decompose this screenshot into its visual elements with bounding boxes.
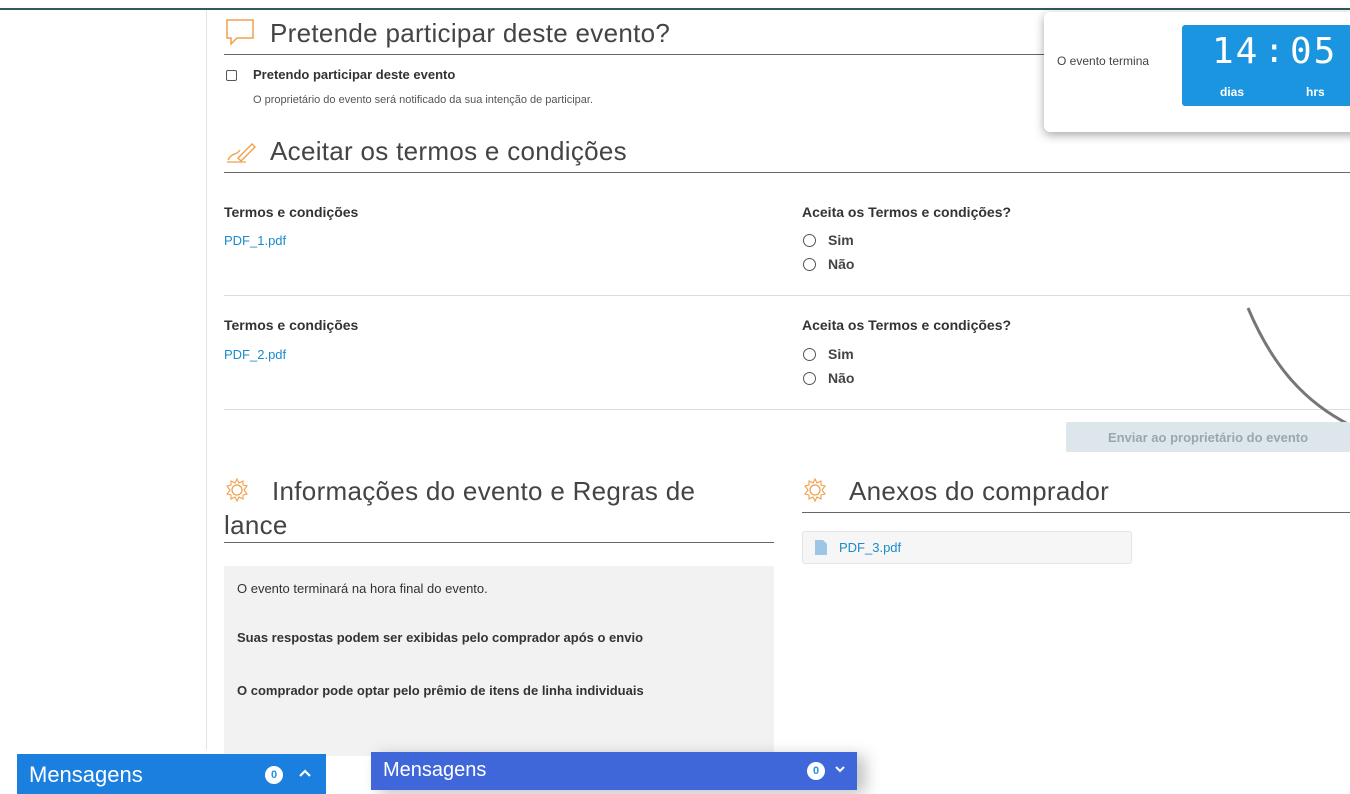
participate-title-rule [224,54,1044,55]
event-timer-card: O evento termina 14 : 05 dias hrs [1044,12,1350,132]
terms-divider-2 [224,409,1350,410]
messages-count-badge: 0 [265,766,283,784]
content-left-border [206,10,207,750]
signature-pen-icon [227,143,256,163]
terms-item-1-no-radio[interactable] [803,257,816,271]
terms-item-2-file-link[interactable]: PDF_2.pdf [224,347,286,362]
terms-item-2-yes-option[interactable]: Sim [803,346,854,362]
terms-title: Aceitar os termos e condições [270,136,627,166]
terms-item-1-yes-option[interactable]: Sim [803,232,854,248]
messages-bar-collapsed[interactable]: Mensagens 0 [17,754,326,794]
event-info-text-3: O comprador pode optar pelo prêmio de it… [237,683,644,698]
participate-checkbox[interactable] [226,70,237,81]
terms-item-1-yes-label: Sim [828,232,854,248]
participate-title: Pretende participar deste evento? [270,18,671,48]
participate-checkbox-label[interactable]: Pretendo participar deste evento [253,67,455,82]
buyer-attachment-link[interactable]: PDF_3.pdf [839,540,901,555]
event-info-text-2: Suas respostas podem ser exibidas pelo c… [237,630,644,645]
event-info-title-line2: lance [224,510,288,540]
event-info-text-1: O evento terminará na hora final do even… [237,581,488,596]
terms-title-rule [224,172,1350,173]
messages-label: Mensagens [383,759,487,781]
buyer-attachments-rule [802,512,1350,513]
send-to-owner-button[interactable]: Enviar ao proprietário do evento [1066,422,1350,452]
terms-item-1-header: Termos e condições [224,204,359,220]
terms-item-2-question: Aceita os Termos e condições? [802,317,1012,333]
gear-icon [226,477,248,503]
terms-item-2-no-radio[interactable] [803,371,816,385]
timer-display: 14 : 05 dias hrs [1182,25,1350,106]
buyer-attachments-title: Anexos do comprador [849,476,1110,506]
messages-bar-expanded[interactable]: Mensagens 0 [371,752,857,790]
file-icon [815,540,827,555]
gear-icon [804,477,826,503]
terms-item-2-yes-label: Sim [828,346,854,362]
timer-hours-value: 05 [1290,31,1338,72]
chevron-up-icon[interactable] [298,768,312,778]
terms-item-1-no-option[interactable]: Não [803,256,854,272]
timer-separator: : [1264,31,1285,71]
chevron-down-icon[interactable] [834,765,846,774]
event-info-title-rule [224,542,774,543]
participate-note: O proprietário do evento será notificado… [253,94,593,106]
timer-days-unit: dias [1220,85,1245,99]
timer-hours-unit: hrs [1306,85,1325,99]
terms-item-1-no-label: Não [828,256,855,272]
buyer-attachment-item[interactable]: PDF_3.pdf [802,531,1132,564]
event-info-panel: O evento terminará na hora final do even… [224,566,774,756]
timer-days-value: 14 [1212,31,1260,72]
terms-item-1-file-link[interactable]: PDF_1.pdf [224,233,286,248]
terms-item-2-no-option[interactable]: Não [803,370,854,386]
decorative-arc [1246,307,1350,427]
messages-label: Mensagens [29,762,143,787]
terms-item-2-no-label: Não [828,370,855,386]
terms-item-1-yes-radio[interactable] [803,233,816,247]
terms-divider-1 [224,295,1350,296]
terms-item-1-question: Aceita os Termos e condições? [802,204,1012,220]
messages-count-badge: 0 [807,762,825,780]
speech-bubble-icon [226,19,254,46]
event-info-title-line1: Informações do evento e Regras de [272,476,696,506]
terms-item-2-header: Termos e condições [224,317,359,333]
terms-item-2-yes-radio[interactable] [803,347,816,361]
top-border [0,8,1350,10]
timer-label: O evento termina [1057,54,1150,68]
